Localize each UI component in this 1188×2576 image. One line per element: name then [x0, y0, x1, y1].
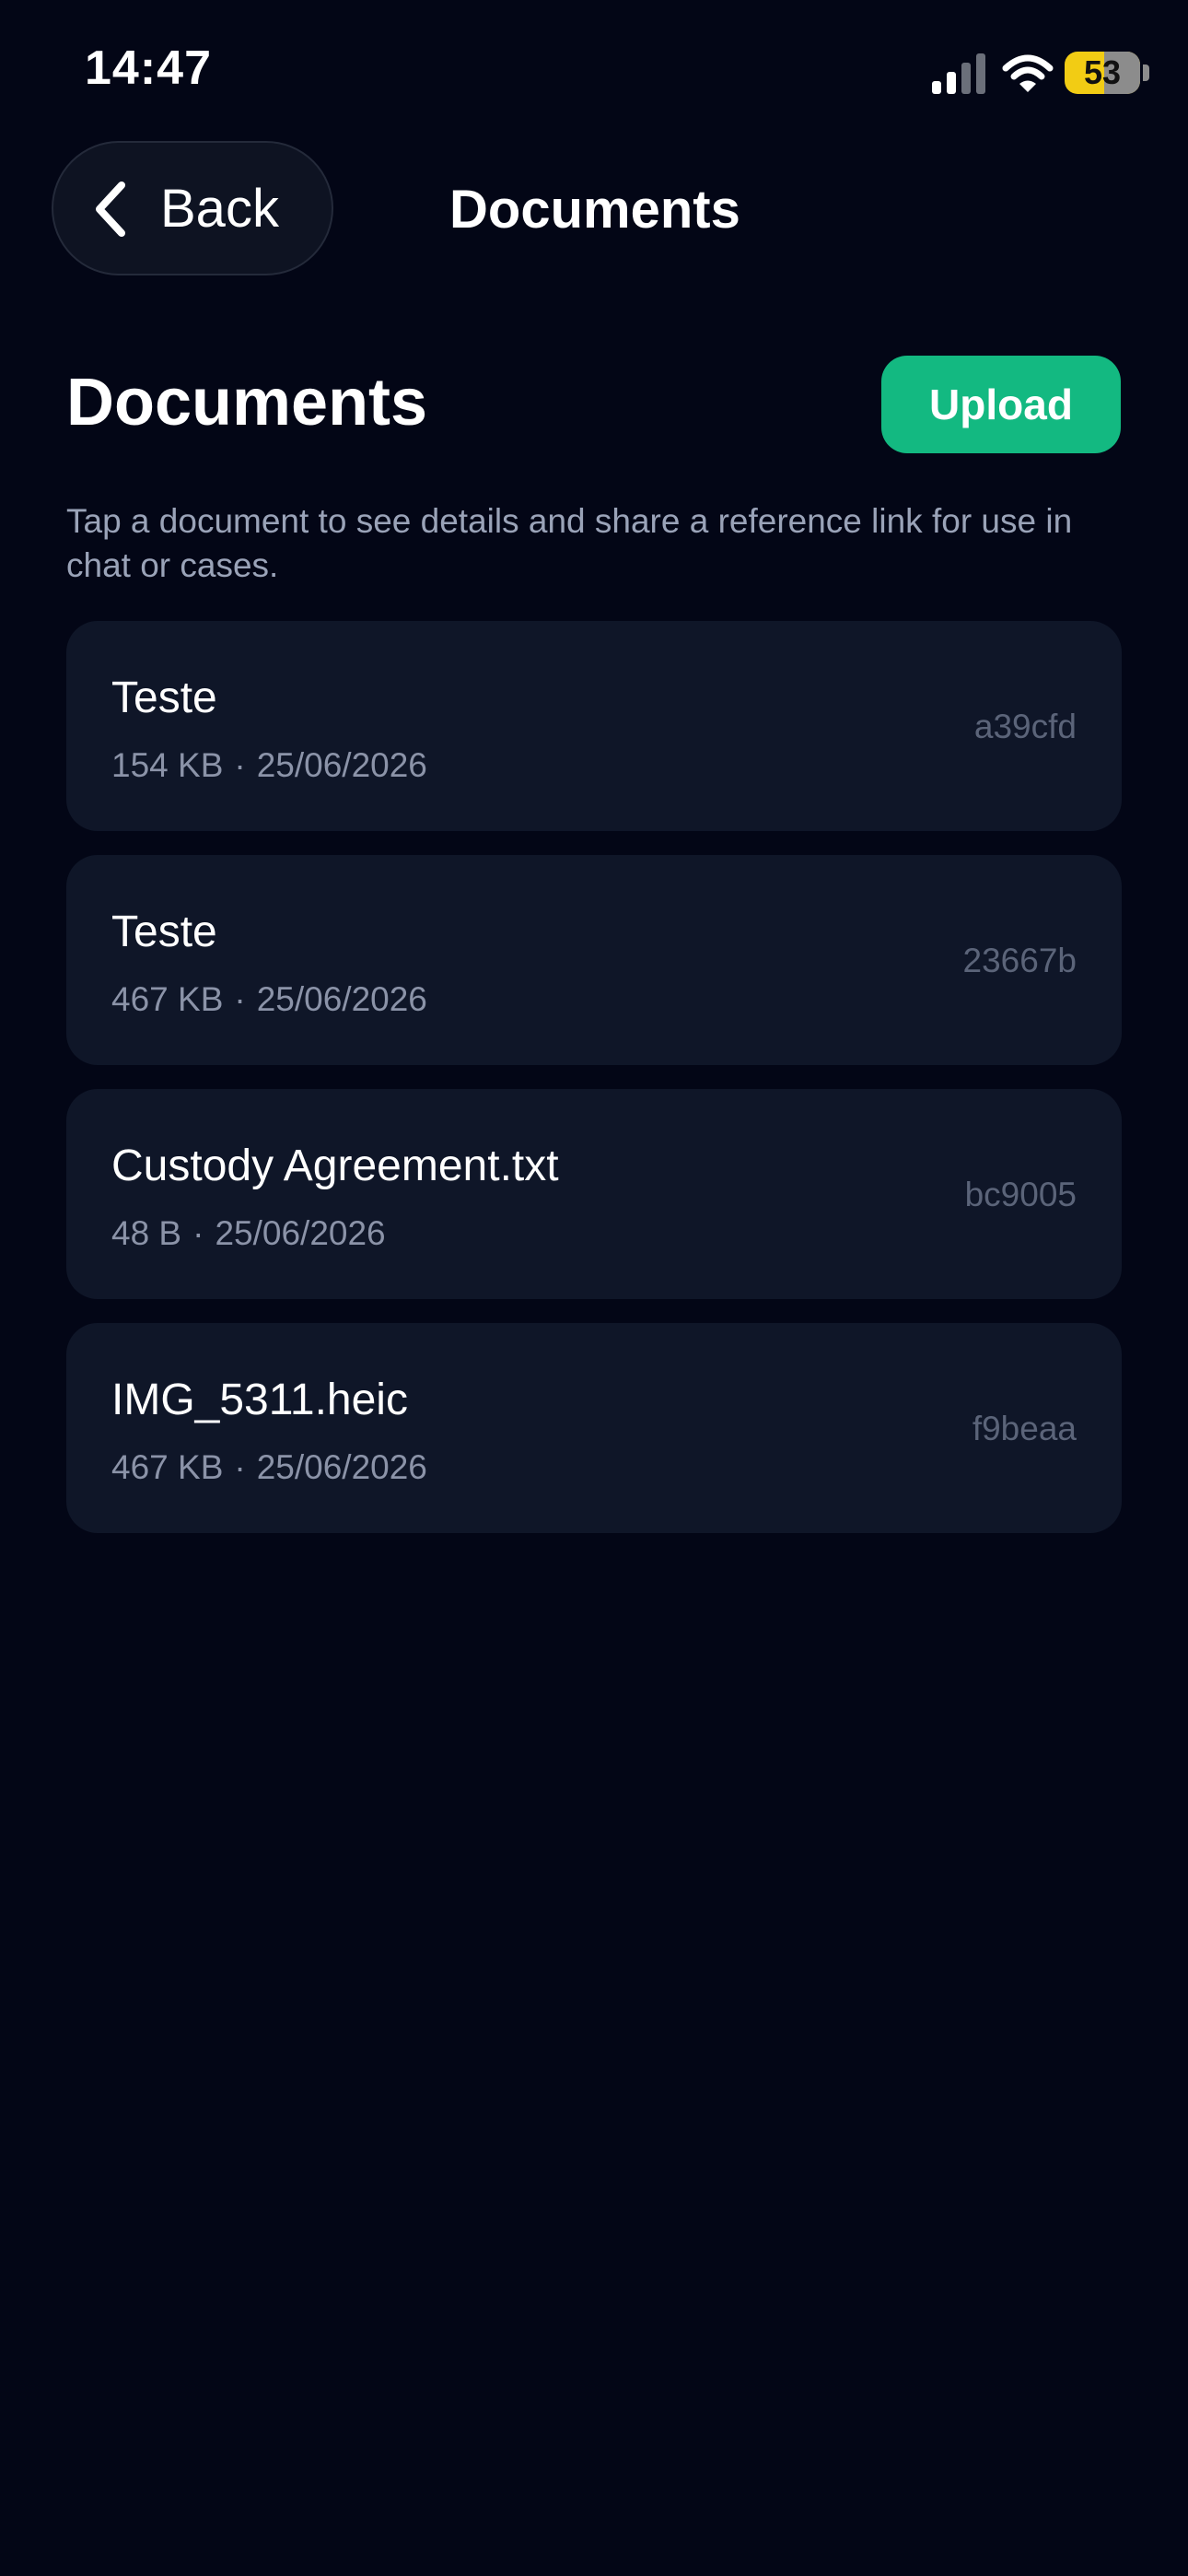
document-date: 25/06/2026 — [256, 980, 427, 1018]
document-date: 25/06/2026 — [256, 746, 427, 784]
document-meta: 48 B · 25/06/2026 — [111, 1214, 386, 1253]
back-button[interactable]: Back — [52, 141, 333, 275]
status-bar: 14:47 53 — [0, 0, 1188, 147]
page-description: Tap a document to see details and share … — [66, 502, 1073, 584]
meta-separator: · — [192, 1214, 204, 1252]
meta-separator: · — [234, 980, 246, 1018]
document-meta: 467 KB · 25/06/2026 — [111, 980, 427, 1019]
document-name: Custody Agreement.txt — [111, 1142, 559, 1190]
document-card[interactable]: Teste 467 KB · 25/06/2026 23667b — [66, 855, 1122, 1065]
document-meta: 467 KB · 25/06/2026 — [111, 1448, 427, 1487]
document-name: IMG_5311.heic — [111, 1376, 408, 1424]
document-id: a39cfd — [973, 708, 1077, 745]
document-meta: 154 KB · 25/06/2026 — [111, 746, 427, 785]
battery-cap — [1143, 64, 1149, 81]
nav-title: Documents — [449, 180, 740, 240]
document-name: Teste — [111, 673, 217, 722]
wifi-icon — [1002, 54, 1054, 92]
document-id: bc9005 — [964, 1176, 1077, 1213]
upload-button[interactable]: Upload — [881, 356, 1121, 453]
meta-separator: · — [234, 746, 246, 784]
chevron-left-icon — [96, 181, 125, 237]
document-card[interactable]: Custody Agreement.txt 48 B · 25/06/2026 bc… — [66, 1089, 1122, 1299]
document-id: f9beaa — [972, 1410, 1077, 1447]
battery-icon: 53 — [1065, 52, 1140, 94]
meta-separator: · — [234, 1448, 246, 1486]
document-name: Teste — [111, 907, 217, 956]
back-label: Back — [160, 179, 279, 239]
page-title: Documents — [66, 366, 428, 439]
cellular-signal-icon — [932, 53, 985, 94]
document-card[interactable]: Teste 154 KB · 25/06/2026 a39cfd — [66, 621, 1122, 831]
status-time: 14:47 — [85, 41, 212, 95]
battery-level: 53 — [1083, 53, 1122, 91]
document-size: 467 KB — [111, 1448, 224, 1486]
document-id: 23667b — [962, 942, 1077, 979]
document-date: 25/06/2026 — [215, 1214, 386, 1252]
document-size: 154 KB — [111, 746, 224, 784]
document-date: 25/06/2026 — [256, 1448, 427, 1486]
document-list: Teste 154 KB · 25/06/2026 a39cfd Teste 467… — [66, 621, 1122, 1557]
document-card[interactable]: IMG_5311.heic 467 KB · 25/06/2026 f9beaa — [66, 1323, 1122, 1533]
document-size: 467 KB — [111, 980, 224, 1018]
document-size: 48 B — [111, 1214, 182, 1252]
